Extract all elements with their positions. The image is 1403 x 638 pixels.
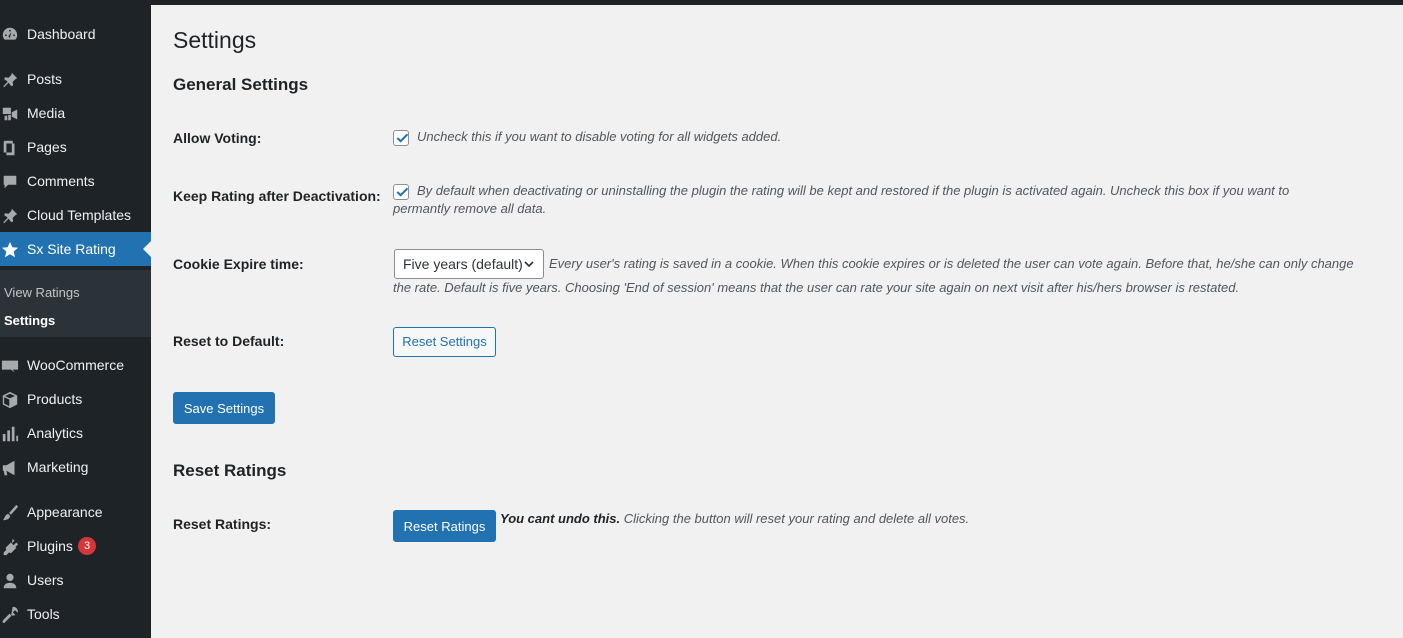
admin-sidebar: Dashboard Posts Media Pages Comments Clo…: [0, 5, 151, 638]
reset-ratings-button[interactable]: Reset Ratings: [393, 510, 496, 542]
cookie-expire-selected-value: Five years (default): [403, 256, 523, 272]
submenu-item-settings[interactable]: Settings: [4, 313, 55, 328]
cookie-expire-description-line1: Every user's rating is saved in a cookie…: [549, 256, 1354, 271]
sidebar-item-label: Products: [27, 391, 83, 407]
sidebar-item-label: WooCommerce: [27, 357, 124, 373]
sidebar-item-label: Users: [27, 572, 64, 588]
box-icon: [2, 391, 18, 409]
checkmark-icon: [396, 187, 409, 197]
checkmark-icon: [396, 133, 409, 143]
sidebar-item-label: Analytics: [27, 425, 84, 441]
reset-ratings-warning-bold: You cant undo this.: [500, 511, 621, 526]
sidebar-item-label: Plugins: [27, 538, 73, 554]
sidebar-item-label: Appearance: [27, 504, 103, 520]
reset-ratings-heading: Reset Ratings: [173, 461, 287, 480]
keep-rating-description-line2: permantly remove all data.: [393, 201, 547, 216]
chevron-down-icon: [524, 261, 534, 267]
cookie-expire-description-line2: the rate. Default is five years. Choosin…: [393, 280, 1240, 295]
reset-ratings-warning-text: Clicking the button will reset your rati…: [623, 511, 970, 526]
sidebar-item-pages[interactable]: Pages: [0, 130, 151, 164]
media-icon: [2, 107, 18, 121]
pages-icon: [3, 140, 15, 156]
reset-ratings-warning: You cant undo this. Clicking the button …: [500, 510, 969, 528]
sidebar-submenu: View Ratings Settings: [0, 270, 151, 337]
sidebar-item-label: Sx Site Rating: [27, 241, 116, 257]
sidebar-item-label: Pages: [27, 139, 67, 155]
sidebar-item-posts[interactable]: Posts: [0, 62, 151, 96]
user-icon: [3, 573, 17, 589]
keep-rating-description-line1: By default when deactivating or uninstal…: [417, 183, 1290, 198]
allow-voting-description: Uncheck this if you want to disable voti…: [417, 129, 782, 144]
sidebar-item-label: Marketing: [27, 459, 89, 475]
sidebar-item-comments[interactable]: Comments: [0, 164, 151, 198]
sidebar-item-label: Cloud Templates: [27, 207, 132, 223]
brush-icon: [2, 504, 19, 521]
pin-icon: [3, 208, 18, 224]
sidebar-item-woocommerce[interactable]: WooCommerce: [0, 348, 151, 382]
cookie-expire-label: Cookie Expire time:: [173, 256, 304, 272]
sidebar-item-appearance[interactable]: Appearance: [0, 495, 151, 529]
submenu-item-view-ratings[interactable]: View Ratings: [4, 285, 80, 300]
plug-icon: [3, 538, 19, 556]
sidebar-item-label: Tools: [27, 606, 60, 622]
reset-ratings-label: Reset Ratings:: [173, 516, 272, 532]
page-title: Settings: [173, 27, 257, 53]
sidebar-item-plugins[interactable]: Plugins 3: [0, 529, 151, 563]
woo-icon: [1, 360, 19, 373]
plugins-update-badge: 3: [78, 537, 96, 555]
sidebar-item-analytics[interactable]: Analytics: [0, 416, 151, 450]
cookie-expire-select[interactable]: Five years (default): [394, 249, 544, 279]
sidebar-item-products[interactable]: Products: [0, 382, 151, 416]
sidebar-item-marketing[interactable]: Marketing: [0, 450, 151, 484]
sidebar-item-label: Comments: [27, 173, 95, 189]
sidebar-item-cloud-templates[interactable]: Cloud Templates: [0, 198, 151, 232]
reset-default-label: Reset to Default:: [173, 333, 285, 349]
allow-voting-checkbox[interactable]: [393, 130, 409, 146]
reset-settings-button[interactable]: Reset Settings: [393, 327, 496, 357]
sidebar-item-tools[interactable]: Tools: [0, 597, 151, 631]
sidebar-item-users[interactable]: Users: [0, 563, 151, 597]
sidebar-item-label: Posts: [27, 71, 63, 87]
bar-chart-icon: [2, 426, 19, 442]
dashboard-icon: [2, 27, 18, 40]
main-content: Settings General Settings Allow Voting: …: [151, 5, 1403, 638]
general-settings-heading: General Settings: [173, 75, 309, 94]
allow-voting-label: Allow Voting:: [173, 130, 262, 146]
sidebar-item-label: Dashboard: [27, 26, 96, 42]
sidebar-item-sx-site-rating[interactable]: Sx Site Rating: [0, 232, 151, 266]
save-settings-button[interactable]: Save Settings: [173, 392, 275, 424]
wrench-icon: [2, 606, 18, 624]
megaphone-icon: [2, 460, 15, 476]
keep-rating-checkbox[interactable]: [393, 184, 409, 200]
sidebar-item-dashboard[interactable]: Dashboard: [0, 17, 151, 51]
keep-rating-label: Keep Rating after Deactivation:: [173, 188, 381, 204]
pin-icon: [3, 72, 18, 88]
sidebar-item-label: Media: [27, 105, 66, 121]
comment-icon: [3, 175, 17, 189]
star-icon: [1, 241, 19, 258]
sidebar-item-media[interactable]: Media: [0, 96, 151, 130]
active-menu-arrow: [143, 241, 151, 257]
